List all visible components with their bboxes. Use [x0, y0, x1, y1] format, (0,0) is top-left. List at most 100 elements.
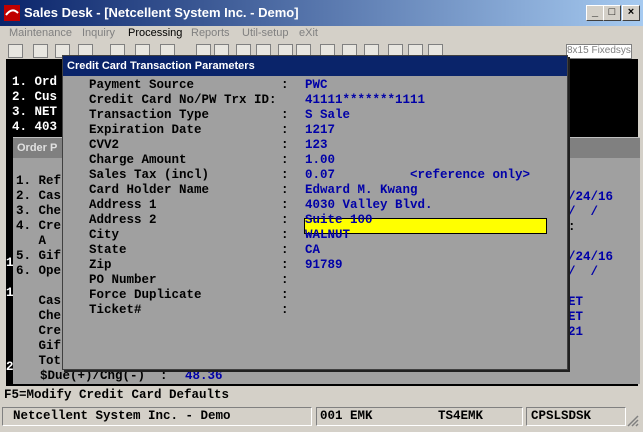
- field-label: Transaction Type: [89, 108, 210, 122]
- card-number-field[interactable]: 41111*******1111: [305, 93, 425, 108]
- field-label: City: [89, 228, 120, 242]
- order-line: Gif: [16, 339, 62, 353]
- maximize-button[interactable]: □: [603, 5, 621, 21]
- address1-field[interactable]: 4030 Valley Blvd.: [305, 198, 433, 213]
- status-program-panel: CPSLSDSK: [526, 407, 626, 426]
- address2-field[interactable]: Suite 100: [305, 213, 373, 228]
- field-colon: :: [281, 78, 289, 92]
- order-line: 5. Gif: [16, 249, 62, 263]
- field-colon: :: [281, 258, 289, 272]
- field-label: State: [89, 243, 127, 257]
- status-user: 001 EMK: [320, 409, 373, 423]
- order-colon: :: [568, 220, 576, 234]
- close-button[interactable]: ×: [622, 5, 640, 21]
- city-field[interactable]: WALNUT: [305, 228, 350, 243]
- order-line: Cre: [16, 324, 62, 338]
- field-colon: :: [281, 288, 289, 302]
- field-colon: :: [281, 183, 289, 197]
- field-colon: :: [281, 153, 289, 167]
- order-line: 4. Cre: [16, 219, 62, 233]
- order-value: 21: [568, 325, 584, 339]
- field-colon: :: [281, 168, 289, 182]
- payment-source-field[interactable]: PWC: [305, 78, 328, 93]
- order-line: Che: [16, 309, 62, 323]
- due-value: 48.36: [185, 369, 223, 383]
- state-field[interactable]: CA: [305, 243, 320, 258]
- menu-exit[interactable]: eXit: [299, 27, 318, 39]
- dialog-title-bar[interactable]: Credit Card Transaction Parameters: [63, 56, 567, 76]
- order-line: 2. Cas: [16, 189, 62, 203]
- zip-field[interactable]: 91789: [305, 258, 343, 273]
- select-icon[interactable]: [33, 44, 48, 58]
- field-colon: :: [281, 303, 289, 317]
- order-line: Tot: [16, 354, 62, 368]
- window-title: Sales Desk - [Netcellent System Inc. - D…: [24, 5, 299, 20]
- dialog-title: Credit Card Transaction Parameters: [67, 60, 255, 72]
- menu-line: 3. NET: [12, 105, 58, 119]
- field-label: Sales Tax (incl): [89, 168, 210, 182]
- order-line: 1. Ref: [16, 174, 62, 188]
- hint-bar: F5=Modify Credit Card Defaults: [0, 387, 643, 404]
- order-line: 3. Che: [16, 204, 62, 218]
- due-label: $Due(+)/Chg(-) :: [40, 369, 168, 383]
- field-label: PO Number: [89, 273, 157, 287]
- resize-grip-icon[interactable]: [627, 414, 639, 427]
- order-value: ET: [568, 295, 584, 309]
- expiration-date-field[interactable]: 1217: [305, 123, 335, 138]
- field-label: Credit Card No/PW Trx ID:: [89, 93, 277, 107]
- dialog-body: Payment Source : PWC Credit Card No/PW T…: [63, 76, 567, 369]
- menu-maintenance[interactable]: Maintenance: [9, 27, 72, 39]
- status-bar: Netcellent System Inc. - Demo 001 EMK TS…: [0, 404, 643, 430]
- field-label: Zip: [89, 258, 112, 272]
- cut-icon[interactable]: [8, 44, 23, 58]
- order-date: /24/16: [568, 250, 614, 264]
- menu-util-setup[interactable]: Util-setup: [242, 27, 288, 39]
- menu-bar: Maintenance Inquiry Processing Reports U…: [0, 26, 643, 43]
- credit-card-dialog: Credit Card Transaction Parameters Payme…: [62, 55, 568, 370]
- field-colon: :: [281, 228, 289, 242]
- field-colon: :: [281, 123, 289, 137]
- hint-text: F5=Modify Credit Card Defaults: [4, 388, 230, 402]
- field-colon: :: [281, 108, 289, 122]
- order-line: A: [16, 234, 47, 248]
- app-icon: [4, 5, 20, 21]
- status-company-panel: Netcellent System Inc. - Demo: [2, 407, 312, 426]
- field-label: Expiration Date: [89, 123, 202, 137]
- field-label: Force Duplicate: [89, 288, 202, 302]
- status-program: CPSLSDSK: [531, 409, 592, 423]
- field-colon: :: [281, 243, 289, 257]
- title-bar[interactable]: Sales Desk - [Netcellent System Inc. - D…: [0, 0, 643, 26]
- order-line: Cas: [16, 294, 62, 308]
- order-date: /24/16: [568, 190, 614, 204]
- transaction-type-field[interactable]: S Sale: [305, 108, 350, 123]
- status-company: Netcellent System Inc. - Demo: [13, 409, 231, 423]
- field-label: Card Holder Name: [89, 183, 210, 197]
- field-colon: :: [281, 213, 289, 227]
- field-colon: :: [281, 138, 289, 152]
- menu-reports[interactable]: Reports: [191, 27, 230, 39]
- order-date: / /: [568, 265, 599, 279]
- font-selector[interactable]: 8x15 Fixedsys: [566, 44, 632, 59]
- minimize-button[interactable]: _: [586, 5, 604, 21]
- charge-amount-field[interactable]: 1.00: [305, 153, 335, 168]
- field-label: Payment Source: [89, 78, 195, 92]
- field-label: Charge Amount: [89, 153, 187, 167]
- field-colon: :: [281, 198, 289, 212]
- sales-tax-field: 0.07 <reference only>: [305, 168, 531, 182]
- field-label: Ticket#: [89, 303, 142, 317]
- menu-inquiry[interactable]: Inquiry: [82, 27, 115, 39]
- field-label: CVV2: [89, 138, 120, 152]
- menu-line: 1. Ord: [12, 75, 58, 89]
- status-station: TS4EMK: [438, 409, 484, 423]
- status-user-panel: 001 EMK TS4EMK: [316, 407, 523, 426]
- menu-line: 2. Cus: [12, 90, 58, 104]
- menu-processing[interactable]: Processing: [128, 27, 182, 39]
- cvv2-field[interactable]: 123: [305, 138, 328, 153]
- order-value: ET: [568, 310, 584, 324]
- menu-line: 4. 403: [12, 120, 58, 134]
- order-line: 6. Ope: [16, 264, 62, 278]
- field-colon: :: [281, 273, 289, 287]
- field-label: Address 1: [89, 198, 157, 212]
- card-holder-name-field[interactable]: Edward M. Kwang: [305, 183, 418, 198]
- order-date: / /: [568, 205, 599, 219]
